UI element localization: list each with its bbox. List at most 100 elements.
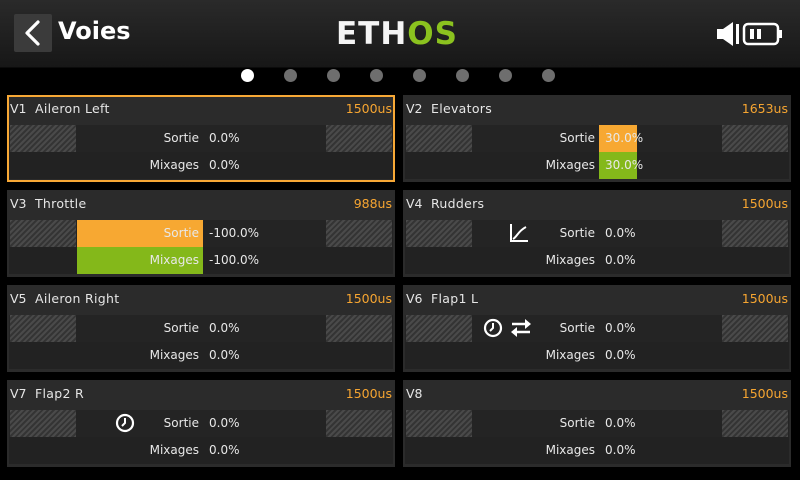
mixes-label: Mixages <box>545 443 595 457</box>
mixes-value: 0.0% <box>605 443 636 457</box>
channel-card-v6[interactable]: V6 Flap1 L 1500us Sortie 0.0% Mixages 0.0% <box>403 285 791 372</box>
status-icons <box>716 20 788 48</box>
output-label: Sortie <box>559 321 595 335</box>
channel-pulse-value: 1653us <box>741 101 788 116</box>
output-row: Sortie 0.0% <box>405 410 789 437</box>
output-bar-left-zone <box>10 410 76 437</box>
output-value: -100.0% <box>209 226 260 240</box>
mixes-row: Mixages 0.0% <box>9 437 393 464</box>
output-value: 0.0% <box>605 416 636 430</box>
channel-card-v4[interactable]: V4 Rudders 1500us Sortie 0.0% Mixages 0.0% <box>403 190 791 277</box>
channel-pulse-value: 1500us <box>741 291 788 306</box>
mixes-row: Mixages -100.0% <box>9 247 393 274</box>
channel-pulse-value: 1500us <box>345 386 392 401</box>
channel-id: V8 <box>406 386 423 401</box>
output-value: 0.0% <box>209 321 240 335</box>
page-dot[interactable] <box>327 69 340 82</box>
output-bar-right-zone <box>722 125 788 152</box>
output-value: 0.0% <box>605 226 636 240</box>
page-dot[interactable] <box>370 69 383 82</box>
mixes-label: Mixages <box>545 253 595 267</box>
page-dot[interactable] <box>499 69 512 82</box>
page-indicator <box>241 69 561 83</box>
channel-id: V1 <box>10 101 27 116</box>
back-button[interactable] <box>14 14 52 52</box>
channel-card-v7[interactable]: V7 Flap2 R 1500us Sortie 0.0% Mixages 0.0% <box>7 380 395 467</box>
mixes-row: Mixages 0.0% <box>405 247 789 274</box>
output-label: Sortie <box>163 226 199 240</box>
page-dot[interactable] <box>413 69 426 82</box>
mixes-label: Mixages <box>545 348 595 362</box>
page-dot[interactable] <box>241 69 254 82</box>
mixes-label: Mixages <box>149 348 199 362</box>
output-bar-right-zone <box>326 315 392 342</box>
speaker-icon <box>717 22 739 46</box>
mixes-label: Mixages <box>149 443 199 457</box>
output-value: 0.0% <box>605 321 636 335</box>
channel-card-v3[interactable]: V3 Throttle 988us Sortie -100.0% Mixages -100.… <box>7 190 395 277</box>
mixes-row: Mixages 0.0% <box>405 342 789 369</box>
output-bar-left-zone <box>406 125 472 152</box>
mixes-value: 0.0% <box>605 253 636 267</box>
channel-header: V2 Elevators 1653us <box>405 97 789 123</box>
output-label: Sortie <box>163 321 199 335</box>
channel-card-v1[interactable]: V1 Aileron Left 1500us Sortie 0.0% Mixages 0.0… <box>7 95 395 182</box>
channel-header: V8 1500us <box>405 382 789 408</box>
channel-name: Aileron Left <box>35 101 110 116</box>
output-label: Sortie <box>559 131 595 145</box>
output-row: Sortie -100.0% <box>9 220 393 247</box>
channel-id: V6 <box>406 291 423 306</box>
mixes-value: 0.0% <box>209 348 240 362</box>
channel-card-v5[interactable]: V5 Aileron Right 1500us Sortie 0.0% Mixages 0.… <box>7 285 395 372</box>
channel-id: V7 <box>10 386 27 401</box>
mixes-value: -100.0% <box>209 253 260 267</box>
channel-id: V4 <box>406 196 423 211</box>
page-dot[interactable] <box>284 69 297 82</box>
channel-name: Aileron Right <box>35 291 120 306</box>
channel-card-v2[interactable]: V2 Elevators 1653us Sortie 30.0% Mixages 30.0% <box>403 95 791 182</box>
channel-pulse-value: 988us <box>353 196 392 211</box>
channel-name: Flap2 R <box>35 386 84 401</box>
output-bar-right-zone <box>722 220 788 247</box>
logo-text-white: ETH <box>336 16 408 52</box>
channel-header: V3 Throttle 988us <box>9 192 393 218</box>
mixes-value: 0.0% <box>209 443 240 457</box>
reverse-icon <box>510 318 532 342</box>
output-bar-left-zone <box>406 410 472 437</box>
page-dot[interactable] <box>456 69 469 82</box>
output-bar-right-zone <box>326 125 392 152</box>
output-bar-left-zone <box>406 315 472 342</box>
battery-icon <box>742 22 782 46</box>
channel-pulse-value: 1500us <box>741 196 788 211</box>
mixes-label: Mixages <box>149 253 199 267</box>
mixes-value: 0.0% <box>209 158 240 172</box>
output-value: 0.0% <box>209 416 240 430</box>
logo-text-green: OS <box>407 16 458 52</box>
mixes-value: 0.0% <box>605 348 636 362</box>
output-row: Sortie 0.0% <box>405 315 789 342</box>
mixes-row: Mixages 0.0% <box>405 437 789 464</box>
mixes-row: Mixages 0.0% <box>9 152 393 179</box>
output-bar-right-zone <box>722 315 788 342</box>
channel-name: Throttle <box>35 196 87 211</box>
output-value: 0.0% <box>209 131 240 145</box>
output-bar-left-zone <box>10 220 76 247</box>
channel-header: V6 Flap1 L 1500us <box>405 287 789 313</box>
page-dot[interactable] <box>542 69 555 82</box>
output-bar-left-zone <box>10 125 76 152</box>
mixes-value: 30.0% <box>605 158 644 172</box>
channel-header: V5 Aileron Right 1500us <box>9 287 393 313</box>
channel-id: V2 <box>406 101 423 116</box>
mixes-row: Mixages 0.0% <box>9 342 393 369</box>
channel-id: V3 <box>10 196 27 211</box>
output-row: Sortie 0.0% <box>9 410 393 437</box>
output-bar-left-zone <box>10 315 76 342</box>
output-row: Sortie 0.0% <box>405 220 789 247</box>
channel-id: V5 <box>10 291 27 306</box>
channel-pulse-value: 1500us <box>345 291 392 306</box>
channel-card-v8[interactable]: V8 1500us Sortie 0.0% Mixages 0.0% <box>403 380 791 467</box>
channel-name: Rudders <box>431 196 485 211</box>
mixes-label: Mixages <box>149 158 199 172</box>
output-label: Sortie <box>163 131 199 145</box>
channel-header: V4 Rudders 1500us <box>405 192 789 218</box>
